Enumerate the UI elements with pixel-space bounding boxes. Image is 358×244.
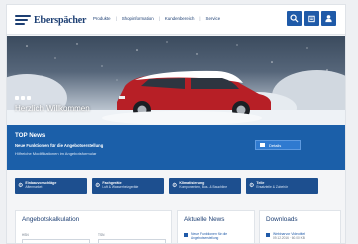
offer-calculation-card: Angebotskalkulation HSN TSN [15,210,172,243]
nav-separator: | [199,16,201,21]
nav-separator: | [158,16,160,21]
card-title: Aktuelle News [184,216,225,223]
top-news-section: TOP News Neue Funktionen für die Angebot… [7,125,345,170]
top-news-subtitle: Neue Funktionen für die Angebotserstellu… [15,143,104,148]
download-icon [266,233,270,237]
slide-dot[interactable] [15,96,19,100]
news-item[interactable]: Neue Funktionen für die Angebotserstellu… [184,232,227,240]
quick-link-klimatisierung[interactable]: ⚙ Klimatisierung Komponenten, Bus- & Bau… [169,178,241,194]
nav-kundenbereich[interactable]: Kundenbereich [165,16,195,21]
gear-icon: ⚙ [249,183,255,189]
current-news-card: Aktuelle News Neue Funktionen für die An… [177,210,255,243]
site-header: Eberspächer Produkte | Shopinformation |… [7,5,345,35]
quick-link-teile[interactable]: ⚙ Teile Ersatzteile & Zubehör [246,178,318,194]
quick-link-subtitle: Aftermarket [25,185,43,190]
hsn-input[interactable] [22,239,90,243]
quick-link-subtitle: Komponenten, Bus- & Bauchline [179,185,228,190]
downloads-card: Downloads Webinarvor Videotitel 09.12.20… [259,210,341,243]
gear-icon: ⚙ [95,183,101,189]
search-button[interactable] [287,11,302,26]
download-item[interactable]: Webinarvor Videotitel 09.12.2016 · 60.00… [266,232,305,240]
eberspaecher-logo[interactable]: Eberspächer [15,14,86,26]
nav-produkte[interactable]: Produkte [93,16,111,21]
cart-icon [308,15,315,23]
nav-service[interactable]: Service [206,16,221,21]
hsn-label: HSN [22,233,29,237]
quick-link-subtitle: Ersatzteile & Zubehör [256,185,289,190]
details-icon [260,143,265,147]
account-button[interactable] [321,11,336,26]
details-button[interactable]: Details [255,140,301,150]
arrow-icon [184,233,188,237]
cart-button[interactable] [304,11,319,26]
user-icon [325,15,332,23]
quick-link-fachgeraete[interactable]: ⚙ Fachgeräte Luft & Wasserheizgeräte [92,178,164,194]
main-nav: Produkte | Shopinformation | Kundenberei… [93,16,220,21]
nav-shopinformation[interactable]: Shopinformation [122,16,154,21]
quick-links: ⚙ Einbauvorschläge Aftermarket ⚙ Fachger… [15,178,318,194]
slide-dot[interactable] [21,96,25,100]
quick-link-einbauvorschlaege[interactable]: ⚙ Einbauvorschläge Aftermarket [15,178,87,194]
details-button-label: Details [269,142,282,148]
gear-icon: ⚙ [172,183,178,189]
download-item-meta: 09.12.2016 · 60.00 KB [273,236,305,240]
hero-title: Herzlich Willkommen [15,104,90,113]
tsn-label: TSN [98,233,105,237]
top-news-text: Hilfreiche Modifikationen im Angebotsfor… [15,151,97,156]
news-item-line2: Angebotserstellung [191,236,219,240]
quick-link-subtitle: Luft & Wasserheizgeräte [102,185,139,190]
slide-indicators [15,96,31,100]
nav-separator: | [115,16,117,21]
hero-banner: Herzlich Willkommen [7,36,345,125]
card-title: Downloads [266,216,298,223]
top-news-heading: TOP News [15,132,46,139]
gear-icon: ⚙ [18,183,24,189]
logo-text: Eberspächer [34,14,87,26]
tsn-input[interactable] [98,239,166,243]
slide-dot[interactable] [27,96,31,100]
browser-page: Eberspächer Produkte | Shopinformation |… [6,4,346,244]
search-icon [290,14,299,23]
logo-mark-icon [15,14,31,26]
card-title: Angebotskalkulation [22,216,80,223]
